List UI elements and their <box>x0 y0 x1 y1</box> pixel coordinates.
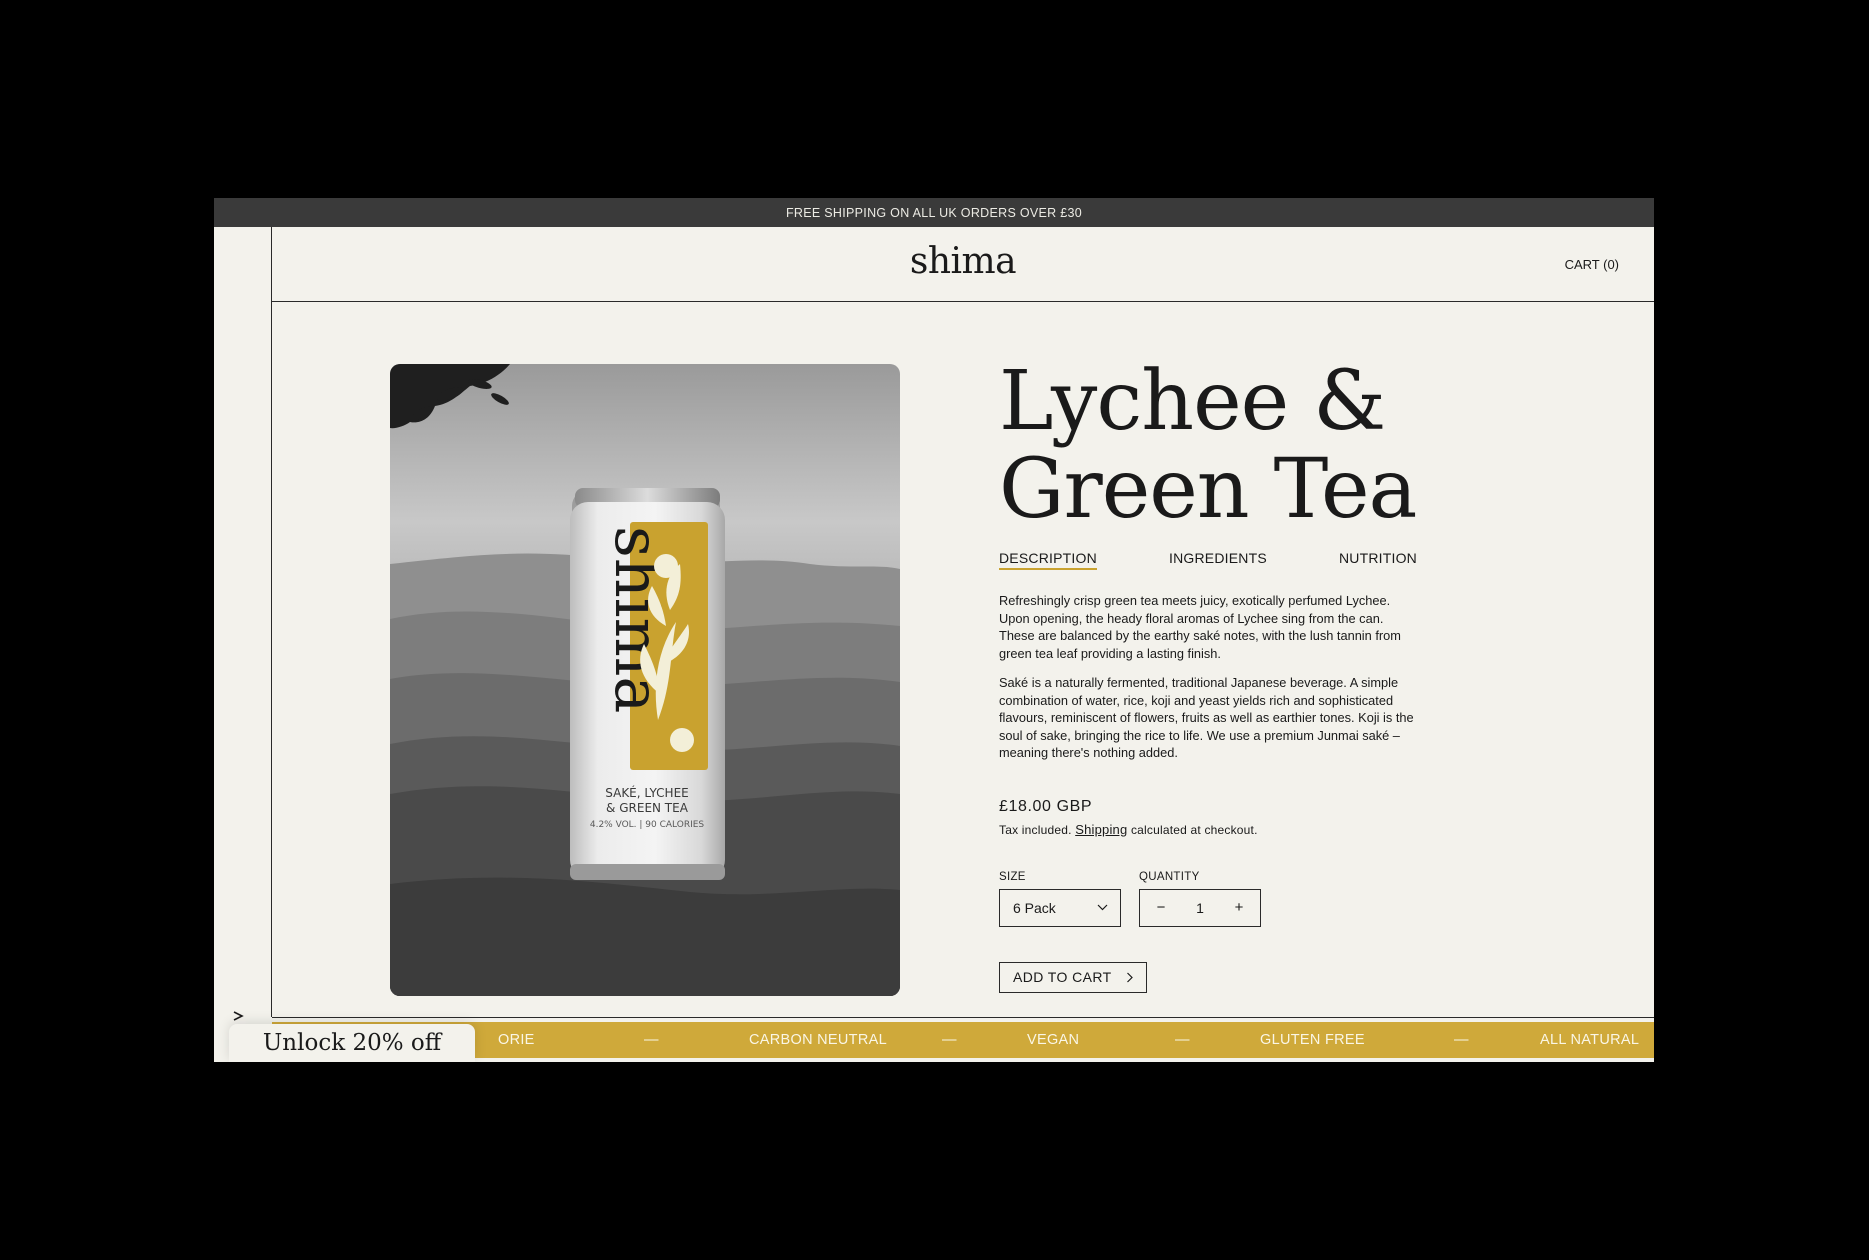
marquee-item: ORIE <box>498 1032 535 1048</box>
quantity-option: QUANTITY − 1 + <box>1139 871 1261 927</box>
add-to-cart-label: ADD TO CART <box>1013 969 1112 985</box>
quantity-decrease-button[interactable]: − <box>1154 899 1168 916</box>
size-label: SIZE <box>999 870 1026 883</box>
product-title-line2: Green Tea <box>999 442 1417 537</box>
marquee-item: GLUTEN FREE <box>1260 1032 1365 1048</box>
tax-prefix: Tax included. <box>999 822 1072 837</box>
tab-nutrition[interactable]: NUTRITION <box>1339 550 1417 570</box>
browser-viewport: FREE SHIPPING ON ALL UK ORDERS OVER £30 … <box>214 198 1654 1062</box>
tax-note: Tax included. Shipping calculated at che… <box>999 822 1429 837</box>
cart-link[interactable]: CART (0) <box>1565 257 1619 272</box>
marquee-item: ALL NATURAL <box>1540 1032 1640 1048</box>
size-option: SIZE 6 Pack <box>999 871 1121 927</box>
size-value: 6 Pack <box>1013 899 1056 916</box>
description-paragraph-2: Saké is a naturally fermented, tradition… <box>999 675 1414 760</box>
quantity-label: QUANTITY <box>1139 870 1200 883</box>
description-paragraph-1: Refreshingly crisp green tea meets juicy… <box>999 593 1401 661</box>
marquee-separator: — <box>644 1032 659 1048</box>
announcement-text: FREE SHIPPING ON ALL UK ORDERS OVER £30 <box>785 205 1083 220</box>
shipping-link[interactable]: Shipping <box>1075 822 1127 837</box>
can-line2: & GREEN TEA <box>606 801 689 815</box>
promo-text: Unlock 20% off <box>262 1030 442 1056</box>
chevron-down-icon <box>1097 904 1108 911</box>
site-header: shima CART (0) <box>272 227 1654 302</box>
quantity-increase-button[interactable]: + <box>1232 899 1246 916</box>
quantity-stepper: − 1 + <box>1139 888 1261 927</box>
chevron-right-icon <box>1127 972 1133 982</box>
product-title: Lychee & Green Tea <box>999 358 1519 534</box>
promo-toggle-icon[interactable] <box>232 1010 248 1022</box>
product-photo: shima SAKÉ, LYCHEE & GREEN TEA 4.2% VOL.… <box>390 364 900 996</box>
marquee-separator: — <box>1175 1032 1190 1048</box>
product-price: £18.00 GBP <box>999 797 1093 815</box>
quantity-value[interactable]: 1 <box>1196 900 1204 916</box>
tax-suffix: calculated at checkout. <box>1130 822 1258 837</box>
marquee-item: VEGAN <box>1027 1032 1080 1048</box>
product-info: Lychee & Green Tea DESCRIPTION INGREDIEN… <box>999 358 1429 993</box>
marquee-divider <box>272 1017 1654 1018</box>
size-select[interactable]: 6 Pack <box>999 888 1121 927</box>
marquee-separator: — <box>942 1032 957 1048</box>
product-image[interactable]: shima SAKÉ, LYCHEE & GREEN TEA 4.2% VOL.… <box>390 364 900 996</box>
add-to-cart-button[interactable]: ADD TO CART <box>999 961 1147 993</box>
product-options: SIZE 6 Pack QUANTITY − 1 + <box>999 871 1429 927</box>
feature-marquee: ORIE — CARBON NEUTRAL — VEGAN — GLUTEN F… <box>272 1022 1654 1058</box>
product-title-line1: Lychee & <box>999 354 1386 449</box>
site-logo[interactable]: shima <box>272 241 1654 282</box>
tab-ingredients[interactable]: INGREDIENTS <box>1169 550 1267 570</box>
marquee-separator: — <box>1454 1032 1469 1048</box>
product-tabs: DESCRIPTION INGREDIENTS NUTRITION <box>999 550 1417 570</box>
promo-tab[interactable]: Unlock 20% off <box>229 1024 475 1062</box>
can-line3: 4.2% VOL. | 90 CALORIES <box>590 820 705 830</box>
announcement-bar: FREE SHIPPING ON ALL UK ORDERS OVER £30 <box>214 198 1654 227</box>
left-rail-divider <box>271 227 272 1017</box>
can-line1: SAKÉ, LYCHEE <box>605 785 688 800</box>
marquee-item: CARBON NEUTRAL <box>749 1032 887 1048</box>
tab-description[interactable]: DESCRIPTION <box>999 550 1097 570</box>
